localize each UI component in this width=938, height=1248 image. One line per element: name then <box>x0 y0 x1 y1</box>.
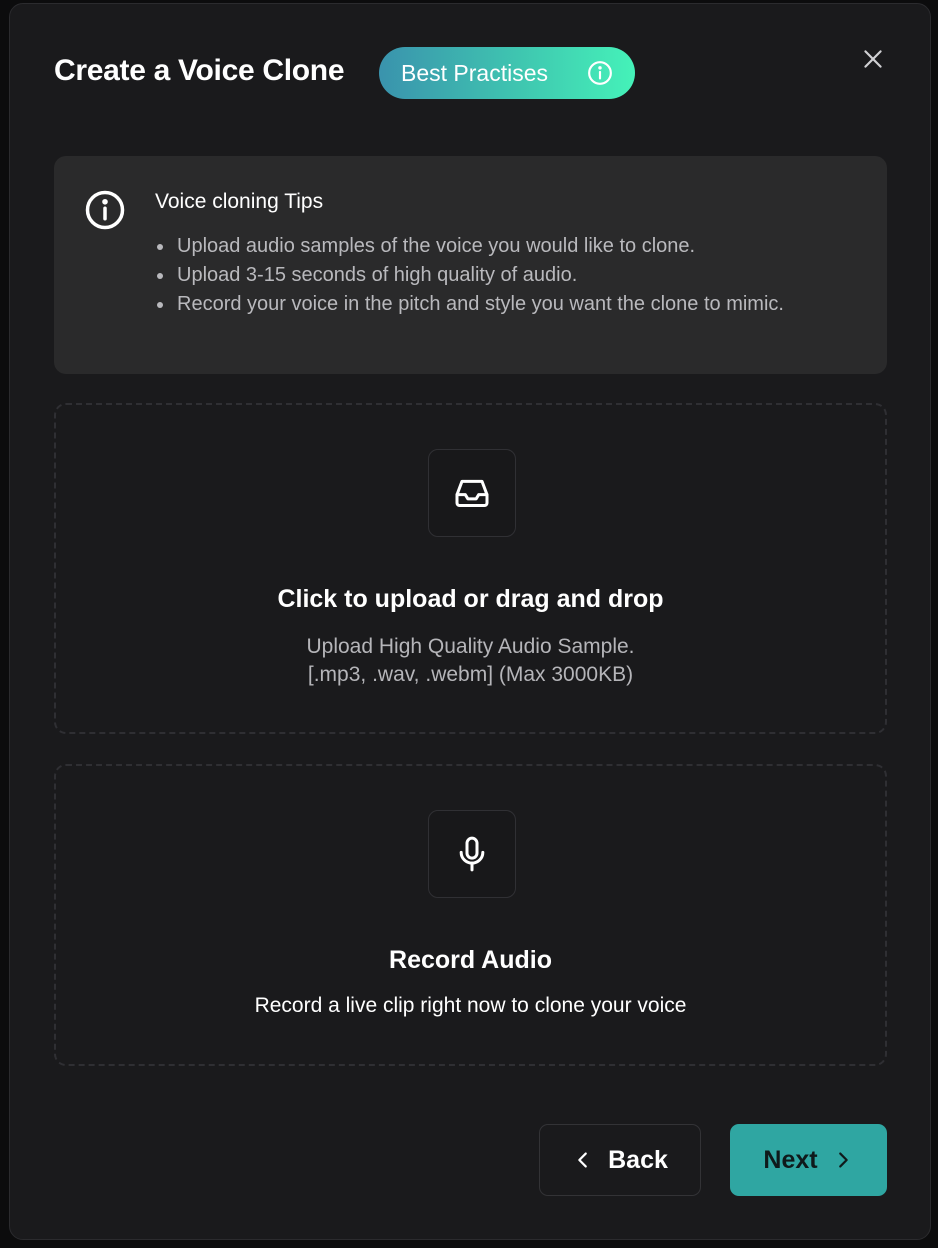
info-icon <box>588 61 612 85</box>
next-label: Next <box>763 1145 818 1174</box>
record-title: Record Audio <box>389 946 552 974</box>
chevron-right-icon <box>838 1152 848 1168</box>
next-button[interactable]: Next <box>730 1124 887 1196</box>
dialog-title: Create a Voice Clone <box>54 54 345 87</box>
tips-panel: Voice cloning Tips Upload audio samples … <box>54 156 887 374</box>
info-circle-icon <box>85 190 125 230</box>
back-label: Back <box>608 1145 668 1174</box>
upload-subtitle-line: Upload High Quality Audio Sample. <box>306 635 635 658</box>
upload-title: Click to upload or drag and drop <box>277 585 664 613</box>
back-button[interactable]: Back <box>539 1124 701 1196</box>
upload-icon-box <box>428 449 516 537</box>
tip-item: Upload audio samples of the voice you wo… <box>155 232 845 261</box>
tips-title: Voice cloning Tips <box>155 190 324 213</box>
upload-subtitle: Upload High Quality Audio Sample. [.mp3,… <box>56 633 885 689</box>
close-icon[interactable] <box>860 46 886 72</box>
microphone-icon <box>459 836 485 872</box>
chevron-left-icon <box>578 1152 587 1168</box>
inbox-tray-icon <box>455 479 489 507</box>
best-practises-badge[interactable]: Best Practises <box>379 47 635 99</box>
record-audio-zone[interactable]: Record Audio Record a live clip right no… <box>54 764 887 1066</box>
tips-list: Upload audio samples of the voice you wo… <box>155 232 845 319</box>
upload-dropzone[interactable]: Click to upload or drag and drop Upload … <box>54 403 887 734</box>
upload-formats-line: [.mp3, .wav, .webm] (Max 3000KB) <box>307 663 634 686</box>
record-subtitle: Record a live clip right now to clone yo… <box>254 994 687 1017</box>
voice-clone-dialog: Create a Voice Clone Best Practises Voic… <box>9 3 931 1240</box>
best-practises-label: Best Practises <box>401 59 548 86</box>
record-icon-box <box>428 810 516 898</box>
tip-item: Record your voice in the pitch and style… <box>155 290 845 319</box>
tip-item: Upload 3-15 seconds of high quality of a… <box>155 261 845 290</box>
